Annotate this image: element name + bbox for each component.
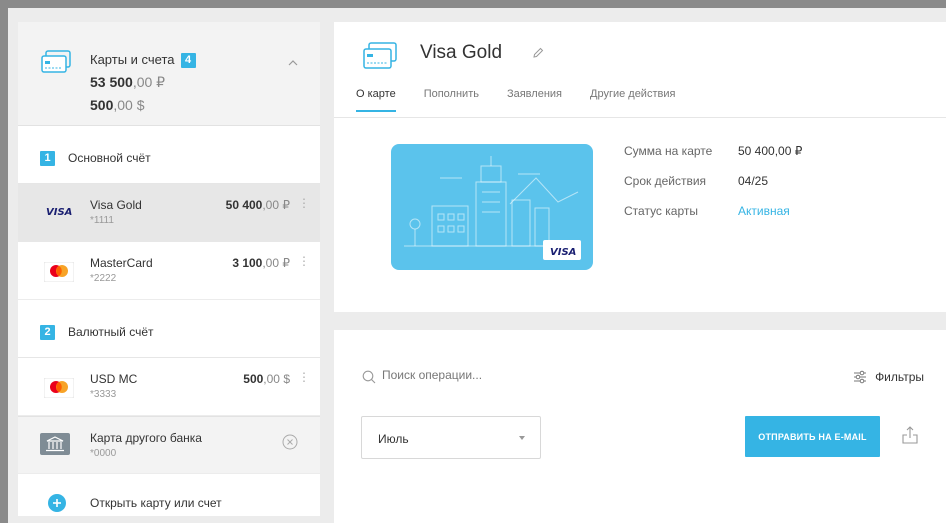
info-row-expiry: Срок действия 04/25 bbox=[624, 174, 769, 188]
card-name: MasterCard bbox=[90, 256, 153, 270]
card-number: *2222 bbox=[90, 273, 117, 284]
chevron-down-icon bbox=[519, 436, 525, 440]
card-name: Visa Gold bbox=[90, 198, 142, 212]
card-brand-label: VISA bbox=[550, 247, 576, 258]
chevron-up-icon[interactable] bbox=[288, 58, 298, 68]
tab-about-card[interactable]: О карте bbox=[356, 88, 396, 112]
card-number: *1111 bbox=[90, 215, 114, 226]
card-item-visa-gold[interactable]: VISA Visa Gold *1111 50 400,00 ₽ ⋮ bbox=[18, 184, 320, 242]
card-info: Сумма на карте 50 400,00 ₽ Срок действия… bbox=[624, 144, 802, 234]
month-value: Июль bbox=[378, 432, 409, 446]
window-frame-left bbox=[0, 0, 8, 523]
window-frame-top bbox=[0, 0, 946, 8]
status-value: Активная bbox=[738, 204, 790, 218]
card-name: USD MC bbox=[90, 372, 138, 386]
more-menu-icon[interactable]: ⋮ bbox=[298, 371, 310, 383]
filter-icon bbox=[854, 370, 867, 384]
page-title: Visa Gold bbox=[420, 42, 503, 63]
operation-search-input[interactable] bbox=[382, 368, 622, 382]
info-row-balance: Сумма на карте 50 400,00 ₽ bbox=[624, 144, 803, 158]
card-item-mastercard[interactable]: MasterCard *2222 3 100,00 ₽ ⋮ bbox=[18, 242, 320, 300]
card-item-usd-mc[interactable]: USD MC *3333 500,00 $ ⋮ bbox=[18, 358, 320, 416]
card-tabs: О карте Пополнить Заявления Другие дейст… bbox=[356, 88, 703, 112]
open-card-or-account-button[interactable]: Открыть карту или счет bbox=[18, 474, 320, 516]
card-image: VISA bbox=[390, 144, 594, 277]
info-row-status: Статус карты Активная bbox=[624, 204, 802, 234]
accounts-sidebar: Карты и счета 4 53 500,00 ₽ 500,00 $ 1 Ос… bbox=[18, 22, 320, 516]
card-name: Карта другого банка bbox=[90, 431, 202, 445]
mastercard-logo bbox=[43, 261, 75, 287]
tab-top-up[interactable]: Пополнить bbox=[424, 88, 479, 112]
share-icon[interactable] bbox=[902, 426, 918, 449]
bank-icon bbox=[40, 433, 70, 460]
account-group-currency[interactable]: 2 Валютный счёт bbox=[18, 300, 320, 358]
accounts-title: Карты и счета 4 bbox=[90, 52, 196, 68]
card-item-other-bank[interactable]: Карта другого банка *0000 bbox=[18, 416, 320, 474]
card-amount: 500,00 $ bbox=[243, 372, 290, 386]
operations-panel: Фильтры Июль ОТПРАВИТЬ НА E-MAIL bbox=[334, 330, 946, 523]
more-menu-icon[interactable]: ⋮ bbox=[298, 197, 310, 209]
tab-applications[interactable]: Заявления bbox=[507, 88, 562, 112]
total-rub: 53 500,00 ₽ bbox=[90, 74, 166, 90]
open-card-label: Открыть карту или счет bbox=[90, 496, 222, 510]
cards-icon bbox=[362, 42, 398, 75]
group-index-badge: 1 bbox=[40, 151, 55, 166]
card-number: *0000 bbox=[90, 448, 117, 459]
card-amount: 50 400,00 ₽ bbox=[225, 198, 290, 212]
total-usd: 500,00 $ bbox=[90, 97, 145, 113]
card-amount: 3 100,00 ₽ bbox=[232, 256, 290, 270]
card-details-header: Visa Gold О карте Пополнить Заявления Др… bbox=[334, 22, 946, 118]
group-label: Валютный счёт bbox=[68, 325, 154, 339]
account-group-main[interactable]: 1 Основной счёт bbox=[18, 126, 320, 184]
more-menu-icon[interactable]: ⋮ bbox=[298, 255, 310, 267]
svg-text:VISA: VISA bbox=[46, 207, 72, 218]
search-icon bbox=[362, 370, 376, 389]
cards-icon bbox=[40, 50, 72, 79]
visa-logo: VISA bbox=[44, 204, 76, 223]
month-select[interactable]: Июль bbox=[361, 416, 541, 459]
group-index-badge: 2 bbox=[40, 325, 55, 340]
pencil-icon[interactable] bbox=[532, 46, 544, 64]
tab-other-actions[interactable]: Другие действия bbox=[590, 88, 675, 112]
send-to-email-button[interactable]: ОТПРАВИТЬ НА E-MAIL bbox=[745, 416, 880, 457]
filters-label: Фильтры bbox=[875, 370, 924, 384]
plus-circle-icon bbox=[48, 494, 66, 516]
accounts-count-badge: 4 bbox=[180, 53, 196, 68]
group-label: Основной счёт bbox=[68, 151, 151, 165]
card-number: *3333 bbox=[90, 389, 117, 400]
mastercard-logo bbox=[43, 377, 75, 403]
card-details-panel: Visa Gold О карте Пополнить Заявления Др… bbox=[334, 22, 946, 312]
close-circle-icon[interactable] bbox=[282, 434, 298, 455]
filters-button[interactable]: Фильтры bbox=[853, 370, 924, 384]
accounts-summary[interactable]: Карты и счета 4 53 500,00 ₽ 500,00 $ bbox=[18, 22, 320, 126]
